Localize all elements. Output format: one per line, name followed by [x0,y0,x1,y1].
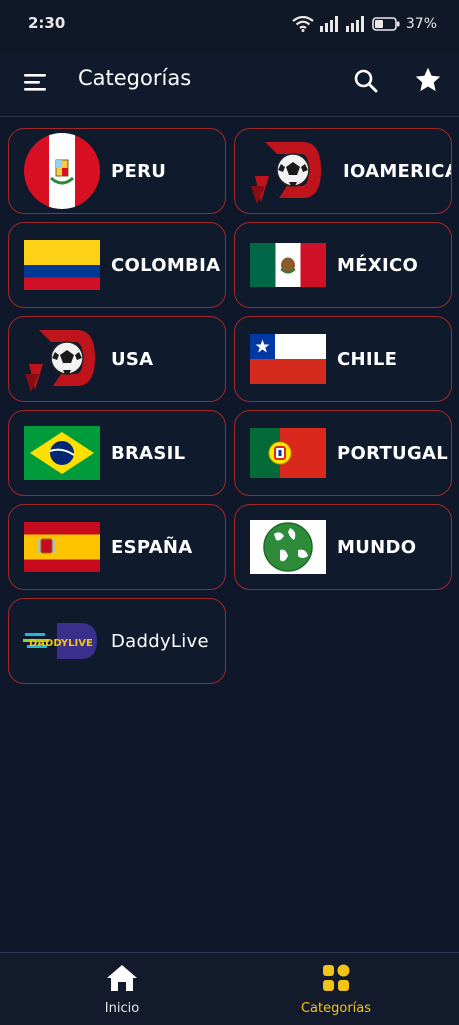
peru-flag-icon [23,133,101,209]
category-card-mundo[interactable]: MUNDO [234,504,452,590]
wifi-icon [292,16,314,32]
daddylive-logo-icon: DADDYLIVE [23,609,101,673]
category-label: IOAMERICA [343,160,452,182]
category-label: MÉXICO [337,254,419,276]
signal-icon [319,16,338,32]
category-label: DaddyLive [111,630,209,652]
nav-categories[interactable]: Categorías [266,963,406,1016]
app-bar: Categorías [0,52,459,117]
category-card-usa[interactable]: USA [8,316,226,402]
home-icon [107,965,137,991]
category-card-ioamerica[interactable]: IOAMERICA [234,128,452,214]
category-card-peru[interactable]: PERU [8,128,226,214]
status-time: 2:30 [28,14,66,32]
category-card-mexico[interactable]: MÉXICO [234,222,452,308]
star-icon[interactable] [414,66,442,94]
soccer-logo-icon [249,139,327,204]
category-label: COLOMBIA [111,254,221,276]
status-icons: 37% [292,14,437,34]
category-grid: PERU IOAMERICA COLOMBIA MÉXICO USA CHILE… [8,128,452,684]
category-label: CHILE [337,348,398,370]
page-title: Categorías [78,66,192,90]
category-card-colombia[interactable]: COLOMBIA [8,222,226,308]
bottom-nav: Inicio Categorías [0,952,459,1025]
category-card-chile[interactable]: CHILE [234,316,452,402]
category-label: PERU [111,160,167,182]
signal-icon-2 [345,16,364,32]
mexico-flag-icon [249,233,327,297]
nav-categories-label: Categorías [300,1001,372,1016]
globe-icon [249,515,327,579]
search-icon[interactable] [353,68,379,94]
categories-icon [323,964,350,991]
battery-level: 37% [405,16,437,32]
soccer-logo-icon [23,327,101,392]
category-label: BRASIL [111,442,186,464]
spain-flag-icon [23,515,101,579]
menu-icon[interactable] [24,70,48,94]
chile-flag-icon [249,327,327,391]
colombia-flag-icon [23,233,101,297]
category-label: PORTUGAL [337,442,449,464]
status-bar: 2:30 37% [0,0,459,52]
category-card-espana[interactable]: ESPAÑA [8,504,226,590]
portugal-flag-icon [249,421,327,485]
category-card-daddylive[interactable]: DADDYLIVE DaddyLive [8,598,226,684]
category-label: ESPAÑA [111,536,193,558]
battery-icon [372,17,400,31]
daddylive-logo-text: DADDYLIVE [29,638,93,649]
nav-home-label: Inicio [104,1001,140,1016]
category-label: MUNDO [337,536,417,558]
category-card-brasil[interactable]: BRASIL [8,410,226,496]
category-label: USA [111,348,154,370]
nav-home[interactable]: Inicio [52,963,192,1016]
brazil-flag-icon [23,421,101,485]
category-card-portugal[interactable]: PORTUGAL [234,410,452,496]
